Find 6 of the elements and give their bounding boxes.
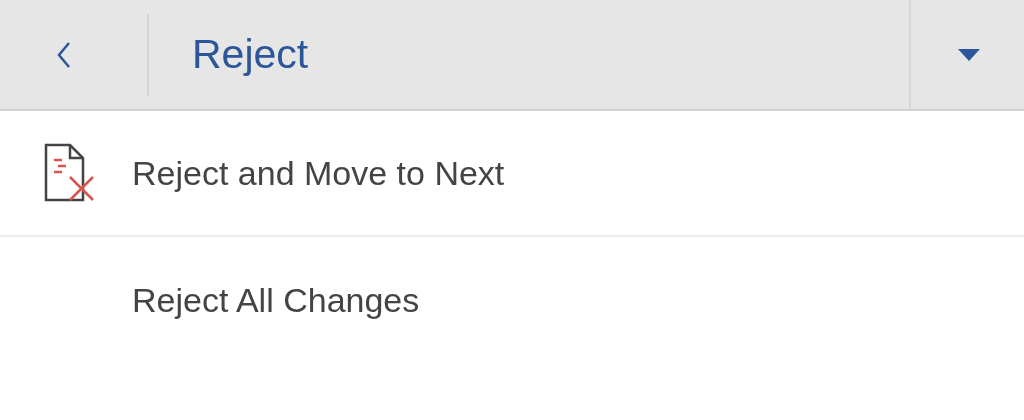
- reject-document-icon: [43, 142, 97, 204]
- menu-item[interactable]: Reject and Move to Next: [0, 111, 1024, 237]
- back-icon: [55, 40, 72, 69]
- caret-icon: [957, 48, 980, 61]
- header-title: Reject: [191, 31, 310, 78]
- menu-item[interactable]: Reject All Changes: [0, 237, 1024, 363]
